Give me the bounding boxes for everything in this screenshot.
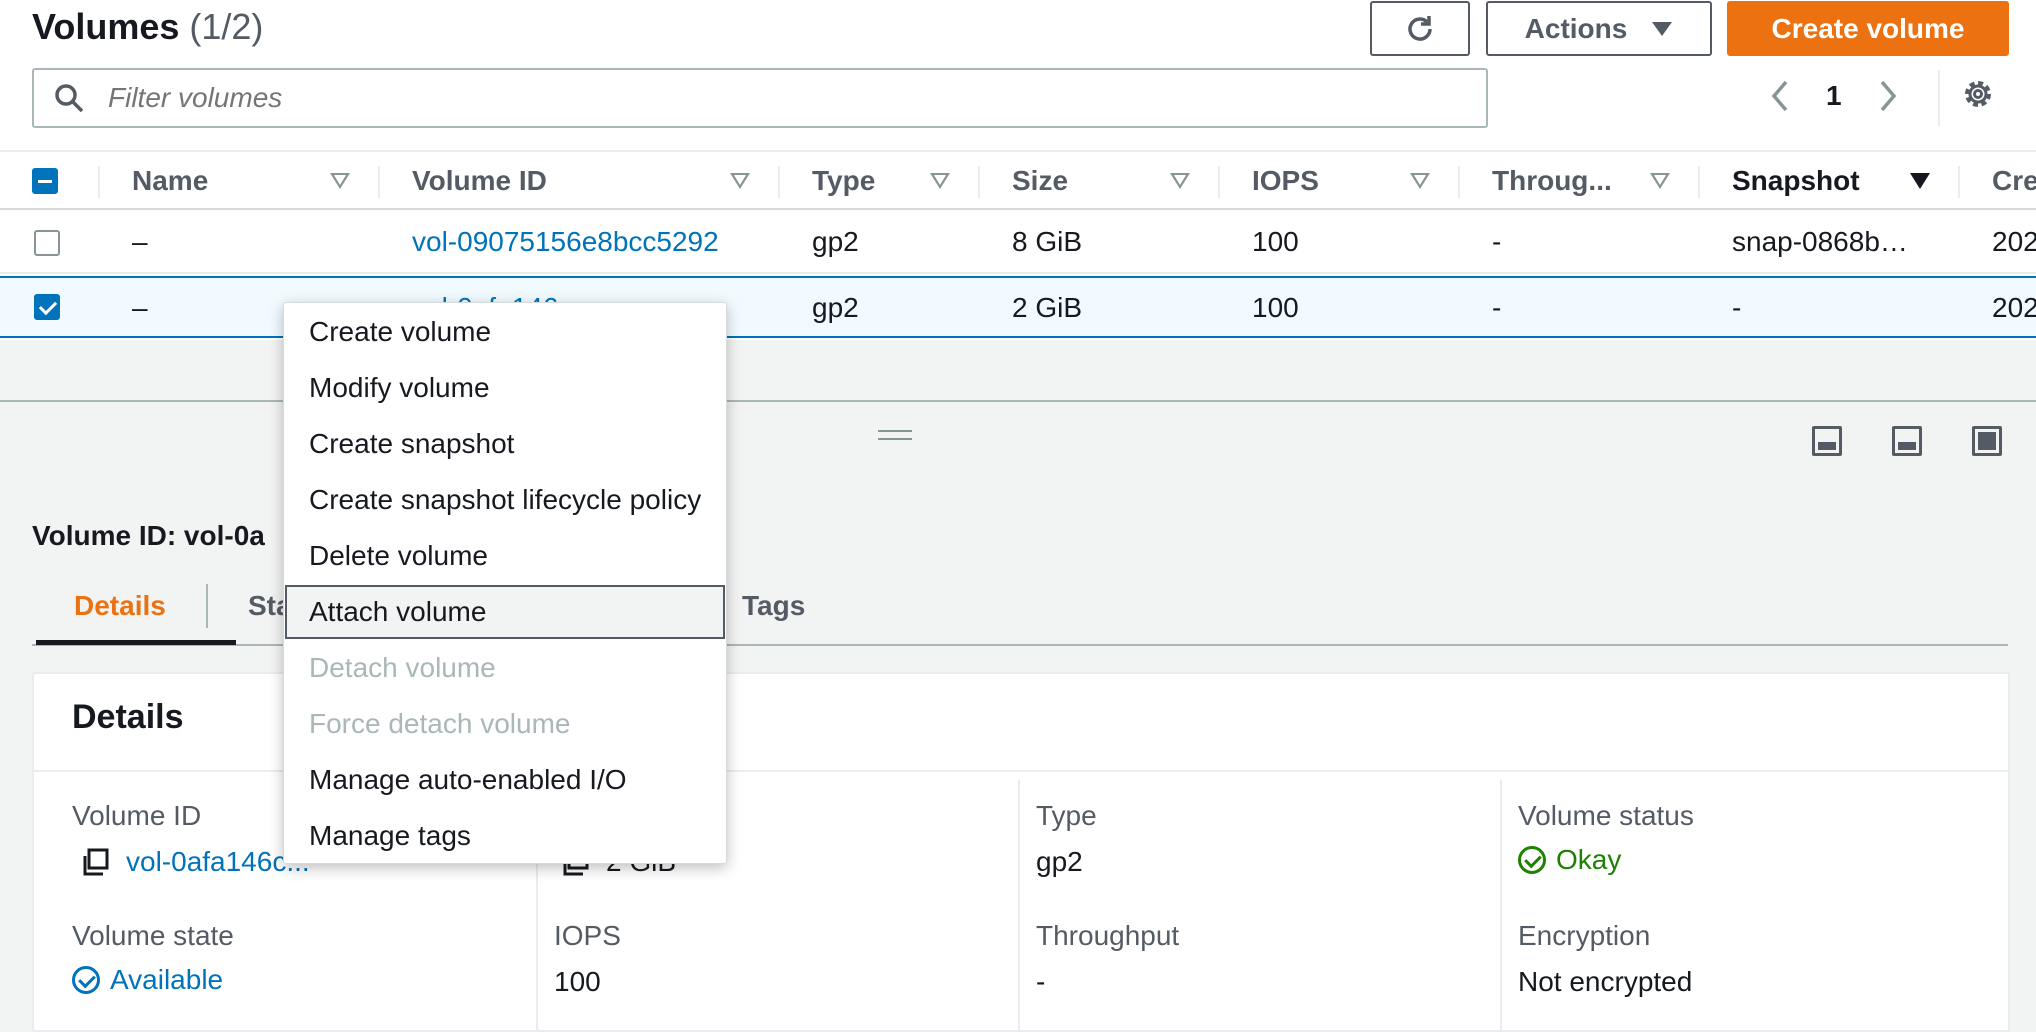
sort-icon[interactable] [730, 173, 750, 189]
column-created[interactable]: Cre [1992, 152, 2036, 210]
menu-item-modify-volume[interactable]: Modify volume [285, 361, 725, 415]
volume-state-value: Available [72, 964, 223, 996]
tab-details[interactable]: Details [74, 578, 166, 634]
throughput-value: - [1036, 966, 1046, 997]
actions-context-menu: Create volume Modify volume Create snaps… [283, 302, 727, 864]
iops-label: IOPS [554, 920, 621, 951]
select-all-checkbox[interactable] [32, 168, 58, 194]
search-icon [55, 84, 84, 113]
cell-snapshot: - [1732, 292, 1742, 323]
cell-name: – [132, 292, 148, 323]
menu-item-delete-volume[interactable]: Delete volume [285, 529, 725, 583]
throughput-label: Throughput [1036, 920, 1180, 951]
settings-button[interactable] [1960, 76, 1996, 117]
title-text: Volumes [32, 6, 180, 47]
column-size[interactable]: Size [1012, 152, 1068, 210]
pagination: 1 [1770, 74, 1898, 118]
caret-down-icon [1652, 21, 1673, 36]
sort-active-icon[interactable] [1910, 173, 1930, 189]
menu-item-attach-volume[interactable]: Attach volume [285, 585, 725, 639]
column-throughput[interactable]: Throug... [1492, 152, 1612, 210]
cell-type: gp2 [812, 226, 859, 257]
volume-id-heading: Volume ID: vol-0a [32, 520, 265, 551]
search-input[interactable] [106, 81, 1470, 115]
cell-type: gp2 [812, 292, 859, 323]
create-volume-button[interactable]: Create volume [1727, 1, 2009, 56]
encryption-label: Encryption [1518, 920, 1651, 951]
table-header: Name Volume ID Type Size IOPS Throug... … [0, 150, 2036, 210]
column-divider [1018, 780, 1020, 1030]
cell-throughput: - [1492, 226, 1502, 257]
encryption-value: Not encrypted [1518, 966, 1693, 997]
cell-size: 8 GiB [1012, 226, 1083, 257]
volume-id-value: vol-0afa146c... [80, 846, 310, 878]
copy-icon[interactable] [80, 847, 110, 877]
page-title: Volumes (1/2) [32, 6, 263, 48]
type-value: gp2 [1036, 846, 1083, 877]
sort-icon[interactable] [330, 173, 350, 189]
row-checkbox[interactable] [34, 294, 60, 320]
layout-full-icon[interactable] [1972, 426, 2002, 456]
cell-snapshot: snap-0868b… [1732, 226, 1908, 257]
layout-side-icon[interactable] [1892, 426, 1922, 456]
menu-item-manage-tags[interactable]: Manage tags [285, 809, 725, 863]
column-type[interactable]: Type [812, 152, 875, 210]
table-row[interactable]: – vol-09075156e8bcc5292 gp2 8 GiB 100 - … [0, 212, 2036, 274]
menu-item-create-snapshot[interactable]: Create snapshot [285, 417, 725, 471]
create-volume-label: Create volume [1771, 12, 1965, 44]
volume-id-label: Volume ID [72, 800, 202, 831]
iops-value: 100 [554, 966, 601, 997]
row-checkbox[interactable] [34, 230, 60, 256]
volume-id-link[interactable]: vol-09075156e8bcc5292 [412, 212, 719, 272]
cell-throughput: - [1492, 292, 1502, 323]
volume-status-label: Volume status [1518, 800, 1694, 831]
page-number[interactable]: 1 [1826, 80, 1842, 112]
menu-item-force-detach-volume: Force detach volume [309, 708, 571, 739]
menu-item-create-volume[interactable]: Create volume [285, 305, 725, 359]
sort-icon[interactable] [1410, 173, 1430, 189]
tab-separator [206, 584, 208, 628]
check-circle-icon [1518, 846, 1546, 874]
sort-icon[interactable] [1170, 173, 1190, 189]
column-iops[interactable]: IOPS [1252, 152, 1319, 210]
column-snapshot[interactable]: Snapshot [1732, 152, 1860, 210]
sort-icon[interactable] [930, 173, 950, 189]
gear-icon [1965, 81, 1991, 107]
menu-item-detach-volume: Detach volume [309, 652, 496, 683]
search-field[interactable] [32, 68, 1488, 128]
column-volume-id[interactable]: Volume ID [412, 152, 547, 210]
cell-created: 202 [1992, 226, 2036, 257]
type-label: Type [1036, 800, 1097, 831]
card-title: Details [72, 698, 184, 736]
cell-iops: 100 [1252, 292, 1299, 323]
actions-button[interactable]: Actions [1486, 1, 1712, 56]
chevron-right-icon[interactable] [1878, 79, 1898, 113]
layout-bottom-icon[interactable] [1812, 426, 1842, 456]
chevron-left-icon[interactable] [1770, 79, 1790, 113]
cell-size: 2 GiB [1012, 292, 1083, 323]
refresh-icon [1408, 15, 1432, 41]
menu-item-manage-auto-enabled-io[interactable]: Manage auto-enabled I/O [285, 753, 725, 807]
cell-created: 202 [1992, 292, 2036, 323]
active-tab-indicator [36, 640, 236, 645]
actions-label: Actions [1524, 12, 1628, 44]
menu-item-create-snapshot-lifecycle-policy[interactable]: Create snapshot lifecycle policy [285, 473, 725, 527]
refresh-button[interactable] [1370, 1, 1470, 56]
cell-iops: 100 [1252, 226, 1299, 257]
check-circle-icon [72, 966, 100, 994]
column-divider [1500, 780, 1502, 1030]
selection-count: (1/2) [189, 6, 264, 47]
sort-icon[interactable] [1650, 173, 1670, 189]
tab-tags[interactable]: Tags [742, 578, 805, 634]
volume-state-label: Volume state [72, 920, 234, 951]
drag-handle-icon[interactable] [878, 430, 912, 440]
volume-status-value: Okay [1518, 844, 1621, 876]
cell-name: – [132, 226, 148, 257]
column-name[interactable]: Name [132, 152, 208, 210]
pager-divider [1938, 70, 1940, 126]
